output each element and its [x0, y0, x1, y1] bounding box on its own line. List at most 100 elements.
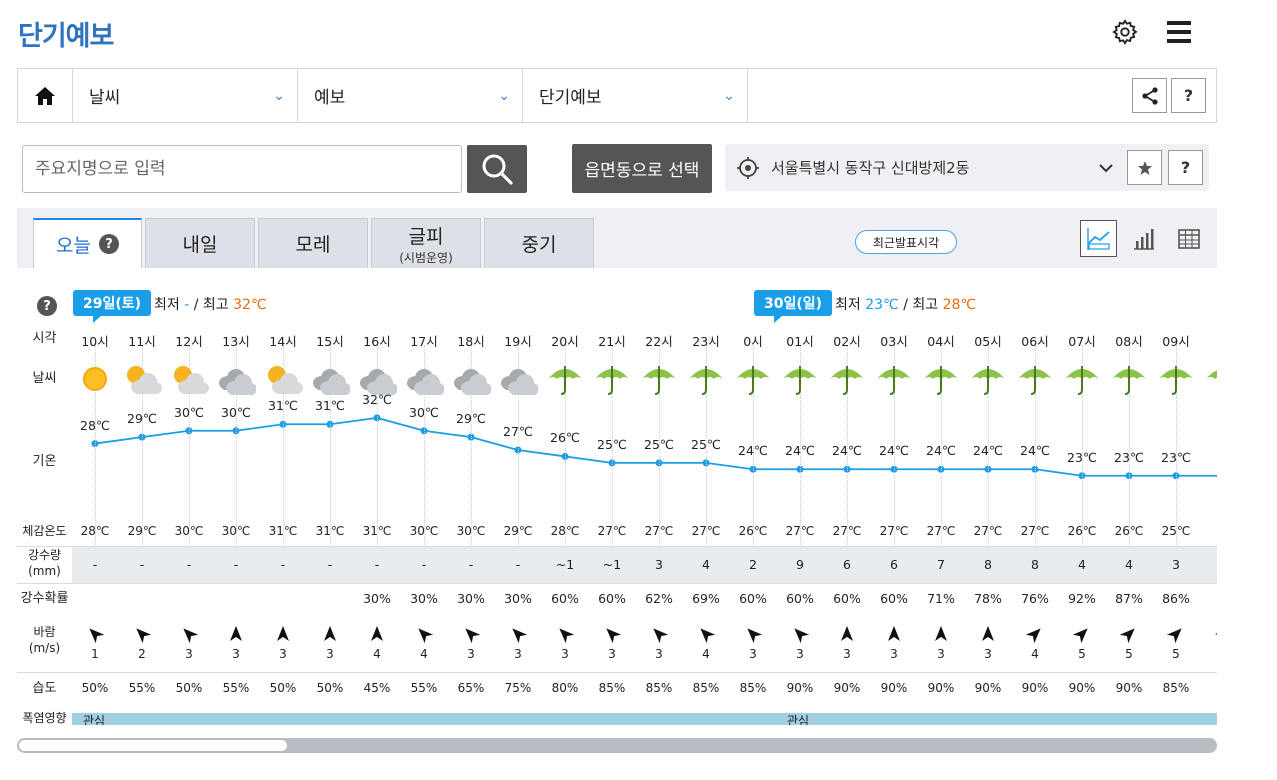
- category-select-label: 날씨: [89, 88, 121, 108]
- forecast-type-select[interactable]: 단기예보 ⌄: [523, 69, 748, 122]
- precip-prob-value: 86%: [1162, 591, 1190, 606]
- precip-prob-value: 71%: [927, 591, 955, 606]
- wind-speed-value: 3: [608, 647, 616, 661]
- weather-icon: [965, 361, 1012, 399]
- wind-arrow-icon: [606, 628, 621, 643]
- wind-speed-value: 2: [138, 647, 146, 661]
- nav-help-button[interactable]: ?: [1171, 78, 1206, 113]
- humidity-value: 90%: [833, 681, 861, 695]
- max-value: 28℃: [942, 297, 977, 313]
- wind-direction-arrow: [636, 625, 683, 645]
- temp-label: 31℃: [268, 398, 298, 414]
- precip-value: 8: [984, 557, 992, 572]
- tab-three-days[interactable]: 글피 (시범운영): [371, 218, 481, 268]
- feels-like-value: 31℃: [362, 524, 392, 538]
- horizontal-scrollbar[interactable]: [17, 738, 1217, 753]
- temp-label: 29℃: [456, 411, 486, 427]
- precip-value: 3: [1172, 557, 1180, 572]
- tab-day-after[interactable]: 모레: [258, 218, 368, 268]
- row-label-heat: 폭염영향: [22, 711, 67, 725]
- humidity-value: 45%: [363, 681, 391, 695]
- humidity-value: 85%: [645, 681, 673, 695]
- wind-arrow-icon: [230, 626, 242, 641]
- tab-today-label: 오늘: [56, 234, 91, 257]
- hour-label: 05시: [974, 334, 1002, 349]
- wind-speed-value: 5: [1125, 647, 1133, 661]
- bar-view-button[interactable]: [1125, 220, 1162, 257]
- search-button[interactable]: [467, 145, 527, 193]
- hour-label: 10시: [81, 334, 109, 349]
- humidity-value: 90%: [786, 681, 814, 695]
- day-tabs: 오늘 ? 내일 모레 글피 (시범운영) 중기 최근발표시각: [17, 208, 1217, 268]
- scrollbar-thumb[interactable]: [19, 740, 287, 751]
- feels-like-value: 27℃: [785, 524, 815, 538]
- precip-value: -: [374, 557, 380, 572]
- location-help-button[interactable]: ?: [1168, 150, 1203, 185]
- wind-speed-value: 3: [185, 647, 193, 661]
- row-label-feels: 체감온도: [22, 524, 67, 538]
- hour-label: 06시: [1021, 334, 1049, 349]
- home-button[interactable]: [18, 69, 73, 122]
- search-input[interactable]: [22, 145, 462, 193]
- temp-label: 24℃: [973, 443, 1003, 459]
- tab-help-icon[interactable]: ?: [98, 234, 119, 254]
- minmax-separator: /: [903, 297, 908, 313]
- temp-label: 25℃: [691, 436, 721, 452]
- sun-cloud-icon: [174, 366, 209, 394]
- hour-label: 0시: [743, 334, 763, 349]
- min-label: 최저: [154, 297, 180, 313]
- humidity-value: 55%: [128, 681, 156, 695]
- weather-icon: [448, 361, 495, 399]
- precip-prob-value: 30%: [363, 591, 391, 606]
- umbrella-icon: [1112, 366, 1146, 395]
- precip-value: -: [139, 557, 145, 572]
- umbrella-icon: [971, 366, 1005, 395]
- umbrella-icon: [924, 366, 958, 395]
- chevron-down-icon: ⌄: [723, 87, 735, 104]
- table-view-button[interactable]: [1170, 220, 1207, 257]
- select-by-district-button[interactable]: 읍면동으로 선택: [572, 144, 712, 193]
- umbrella-icon: [877, 366, 911, 395]
- wind-arrow-icon: [559, 628, 574, 643]
- temp-label: 28℃: [80, 417, 110, 433]
- wind-direction-arrow: [495, 625, 542, 645]
- humidity-value: 85%: [598, 681, 626, 695]
- menu-button[interactable]: [1163, 16, 1195, 48]
- subcategory-select[interactable]: 예보 ⌄: [298, 69, 523, 122]
- forecast-help-icon[interactable]: ?: [37, 296, 57, 316]
- tab-mid-term[interactable]: 중기: [484, 218, 594, 268]
- category-select[interactable]: 날씨 ⌄: [73, 69, 298, 122]
- share-button[interactable]: [1132, 78, 1167, 113]
- precip-value: -: [327, 557, 333, 572]
- graph-view-button[interactable]: [1080, 220, 1117, 257]
- settings-button[interactable]: [1109, 16, 1141, 48]
- chevron-down-icon: ⌄: [273, 87, 285, 104]
- current-location-selector[interactable]: 서울특별시 동작구 신대방제2동 ?: [725, 144, 1209, 191]
- day-minmax-today: 최저 - / 최고 32℃: [154, 294, 267, 314]
- wind-direction-arrow: [871, 625, 918, 645]
- top-icons: [1109, 16, 1195, 48]
- wind-direction-arrow: [1200, 625, 1217, 645]
- temp-label: 25℃: [597, 436, 627, 452]
- min-value: 23℃: [865, 297, 899, 313]
- favorite-button[interactable]: [1127, 150, 1162, 185]
- wind-direction-arrow: [448, 625, 495, 645]
- umbrella-icon: [830, 366, 864, 395]
- wind-speed-value: 3: [796, 647, 804, 661]
- recent-release-time-button[interactable]: 최근발표시각: [855, 230, 957, 254]
- hour-label: 1: [1200, 331, 1218, 346]
- feels-like-value: 27℃: [597, 524, 627, 538]
- feels-like-value: 30℃: [174, 524, 204, 538]
- tab-today[interactable]: 오늘 ?: [33, 218, 142, 268]
- precip-value: -: [468, 557, 474, 572]
- temp-label: 23℃: [1161, 449, 1191, 465]
- hour-label: 12시: [175, 334, 203, 349]
- wind-arrow-icon: [183, 628, 198, 643]
- temp-label: 24℃: [738, 443, 768, 459]
- wind-speed-value: 3: [655, 647, 663, 661]
- tab-tomorrow[interactable]: 내일: [145, 218, 255, 268]
- breadcrumb-navbar: 날씨 ⌄ 예보 ⌄ 단기예보 ⌄ ?: [17, 68, 1217, 123]
- cloud-icon: [501, 369, 538, 395]
- wind-arrow-icon: [935, 626, 947, 641]
- wind-speed-value: 5: [1172, 647, 1180, 661]
